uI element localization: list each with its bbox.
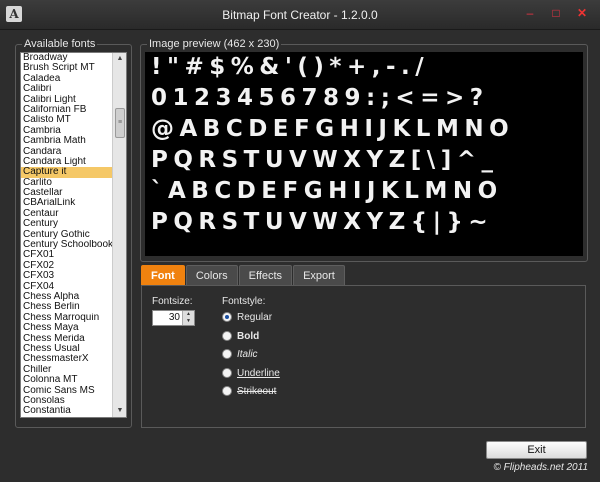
tab-colors[interactable]: Colors xyxy=(185,265,238,285)
preview-row-5: `ABCDEFGHIJKLMNO xyxy=(151,178,503,204)
title-bar: A Bitmap Font Creator - 1.2.0.0 – □ ✕ xyxy=(0,0,600,30)
font-list-item[interactable]: Carlito xyxy=(21,178,113,188)
font-list-item[interactable]: Chess Berlin xyxy=(21,302,113,312)
font-list-item[interactable]: CFX04 xyxy=(21,282,113,292)
style-bold-label: Bold xyxy=(237,330,260,342)
font-list-items: Broadway Brush Script MT Caladea Calibri Cal… xyxy=(21,53,113,417)
style-strikeout[interactable]: Strikeout xyxy=(222,384,276,398)
font-list-item[interactable]: Candara xyxy=(21,147,113,157)
font-list-item[interactable]: Castellar xyxy=(21,188,113,198)
font-list-item[interactable]: Constantia xyxy=(21,406,113,416)
font-list-item[interactable]: Chiller xyxy=(21,365,113,375)
fontsize-stepper[interactable]: 30 ▲ ▼ xyxy=(152,310,195,326)
available-fonts-label: Available fonts xyxy=(22,38,98,50)
style-italic[interactable]: Italic xyxy=(222,347,258,361)
tab-effects[interactable]: Effects xyxy=(238,265,293,285)
tab-font[interactable]: Font xyxy=(141,265,185,285)
radio-regular[interactable] xyxy=(222,312,232,322)
preview-row-3: @ABCDEFGHIJKLMNO xyxy=(151,116,515,142)
minimize-button[interactable]: – xyxy=(518,4,542,22)
radio-strikeout[interactable] xyxy=(222,386,232,396)
window-controls: – □ ✕ xyxy=(518,4,594,22)
font-list-item[interactable]: Brush Script MT xyxy=(21,63,113,73)
radio-bold[interactable] xyxy=(222,331,232,341)
font-list-item[interactable]: Chess Usual xyxy=(21,344,113,354)
image-preview-label: Image preview (462 x 230) xyxy=(147,38,282,50)
style-regular-label: Regular xyxy=(237,311,273,323)
font-list-item[interactable]: Chess Marroquin xyxy=(21,313,113,323)
style-bold[interactable]: Bold xyxy=(222,329,259,343)
radio-underline[interactable] xyxy=(222,368,232,378)
maximize-button[interactable]: □ xyxy=(544,4,568,22)
font-list-item[interactable]: CFX03 xyxy=(21,271,113,281)
style-italic-label: Italic xyxy=(237,348,258,360)
preview-row-1: !"#$%&'()*+,-./ xyxy=(151,54,430,80)
style-underline-label: Underline xyxy=(237,367,280,379)
radio-italic[interactable] xyxy=(222,349,232,359)
window-title: Bitmap Font Creator - 1.2.0.0 xyxy=(222,8,378,22)
font-list-item[interactable]: Californian FB xyxy=(21,105,113,115)
fontstyle-label: Fontstyle: xyxy=(222,296,266,307)
font-list-item[interactable]: Chess Merida xyxy=(21,334,113,344)
font-list-item[interactable]: Calibri Light xyxy=(21,95,113,105)
font-list-item[interactable]: Cambria xyxy=(21,126,113,136)
font-list-scrollbar[interactable]: ▲ ≡ ▼ xyxy=(112,53,126,417)
font-list-item[interactable]: Colonna MT xyxy=(21,375,113,385)
font-list-item[interactable]: Century Gothic xyxy=(21,230,113,240)
font-list-item[interactable]: Broadway xyxy=(21,53,113,63)
font-list[interactable]: Broadway Brush Script MT Caladea Calibri Cal… xyxy=(20,52,127,418)
scroll-up-arrow-icon[interactable]: ▲ xyxy=(113,53,126,65)
preview-row-2: 0123456789:;<=>? xyxy=(151,85,489,111)
font-list-item[interactable]: Capture it xyxy=(21,167,113,178)
font-list-item[interactable]: CFX02 xyxy=(21,261,113,271)
font-list-item[interactable]: Century xyxy=(21,219,113,229)
fontsize-value[interactable]: 30 xyxy=(169,312,180,323)
spin-down-icon[interactable]: ▼ xyxy=(183,318,194,325)
font-list-item[interactable]: ChessmasterX xyxy=(21,354,113,364)
font-list-item[interactable]: Calisto MT xyxy=(21,115,113,125)
style-regular[interactable]: Regular xyxy=(222,310,272,324)
font-list-item[interactable]: CBArialLink xyxy=(21,198,113,208)
font-preview-canvas: !"#$%&'()*+,-./ 0123456789:;<=>? @ABCDEF… xyxy=(145,52,583,256)
preview-row-6: PQRSTUVWXYZ{|}~ xyxy=(151,209,494,235)
preview-row-4: PQRSTUVWXYZ[\]^_ xyxy=(151,147,499,173)
scroll-thumb[interactable]: ≡ xyxy=(115,108,125,138)
font-list-item[interactable]: Centaur xyxy=(21,209,113,219)
tab-export[interactable]: Export xyxy=(293,265,345,285)
spin-up-icon[interactable]: ▲ xyxy=(183,311,194,318)
font-list-item[interactable]: Century Schoolbook xyxy=(21,240,113,250)
font-list-item[interactable]: Candara Light xyxy=(21,157,113,167)
fontsize-spin-buttons[interactable]: ▲ ▼ xyxy=(182,311,194,325)
scroll-down-arrow-icon[interactable]: ▼ xyxy=(113,405,126,417)
settings-tabs: Font Colors Effects Export xyxy=(141,265,346,285)
font-list-item[interactable]: CFX01 xyxy=(21,250,113,260)
close-button[interactable]: ✕ xyxy=(570,4,594,22)
font-tab-panel: Fontsize: 30 ▲ ▼ Fontstyle: Regular Bold… xyxy=(141,285,586,428)
fontsize-label: Fontsize: xyxy=(152,296,193,307)
style-underline[interactable]: Underline xyxy=(222,366,280,380)
exit-button[interactable]: Exit xyxy=(486,441,587,459)
font-list-item[interactable]: Comic Sans MS xyxy=(21,386,113,396)
copyright-text: © Flipheads.net 2011 xyxy=(493,462,588,473)
style-strikeout-label: Strikeout xyxy=(237,385,277,397)
font-list-item[interactable]: Caladea xyxy=(21,74,113,84)
font-list-item[interactable]: Chess Maya xyxy=(21,323,113,333)
font-list-item[interactable]: Chess Alpha xyxy=(21,292,113,302)
font-list-item[interactable]: Cambria Math xyxy=(21,136,113,146)
font-list-item[interactable]: Calibri xyxy=(21,84,113,94)
font-list-item[interactable]: Consolas xyxy=(21,396,113,406)
